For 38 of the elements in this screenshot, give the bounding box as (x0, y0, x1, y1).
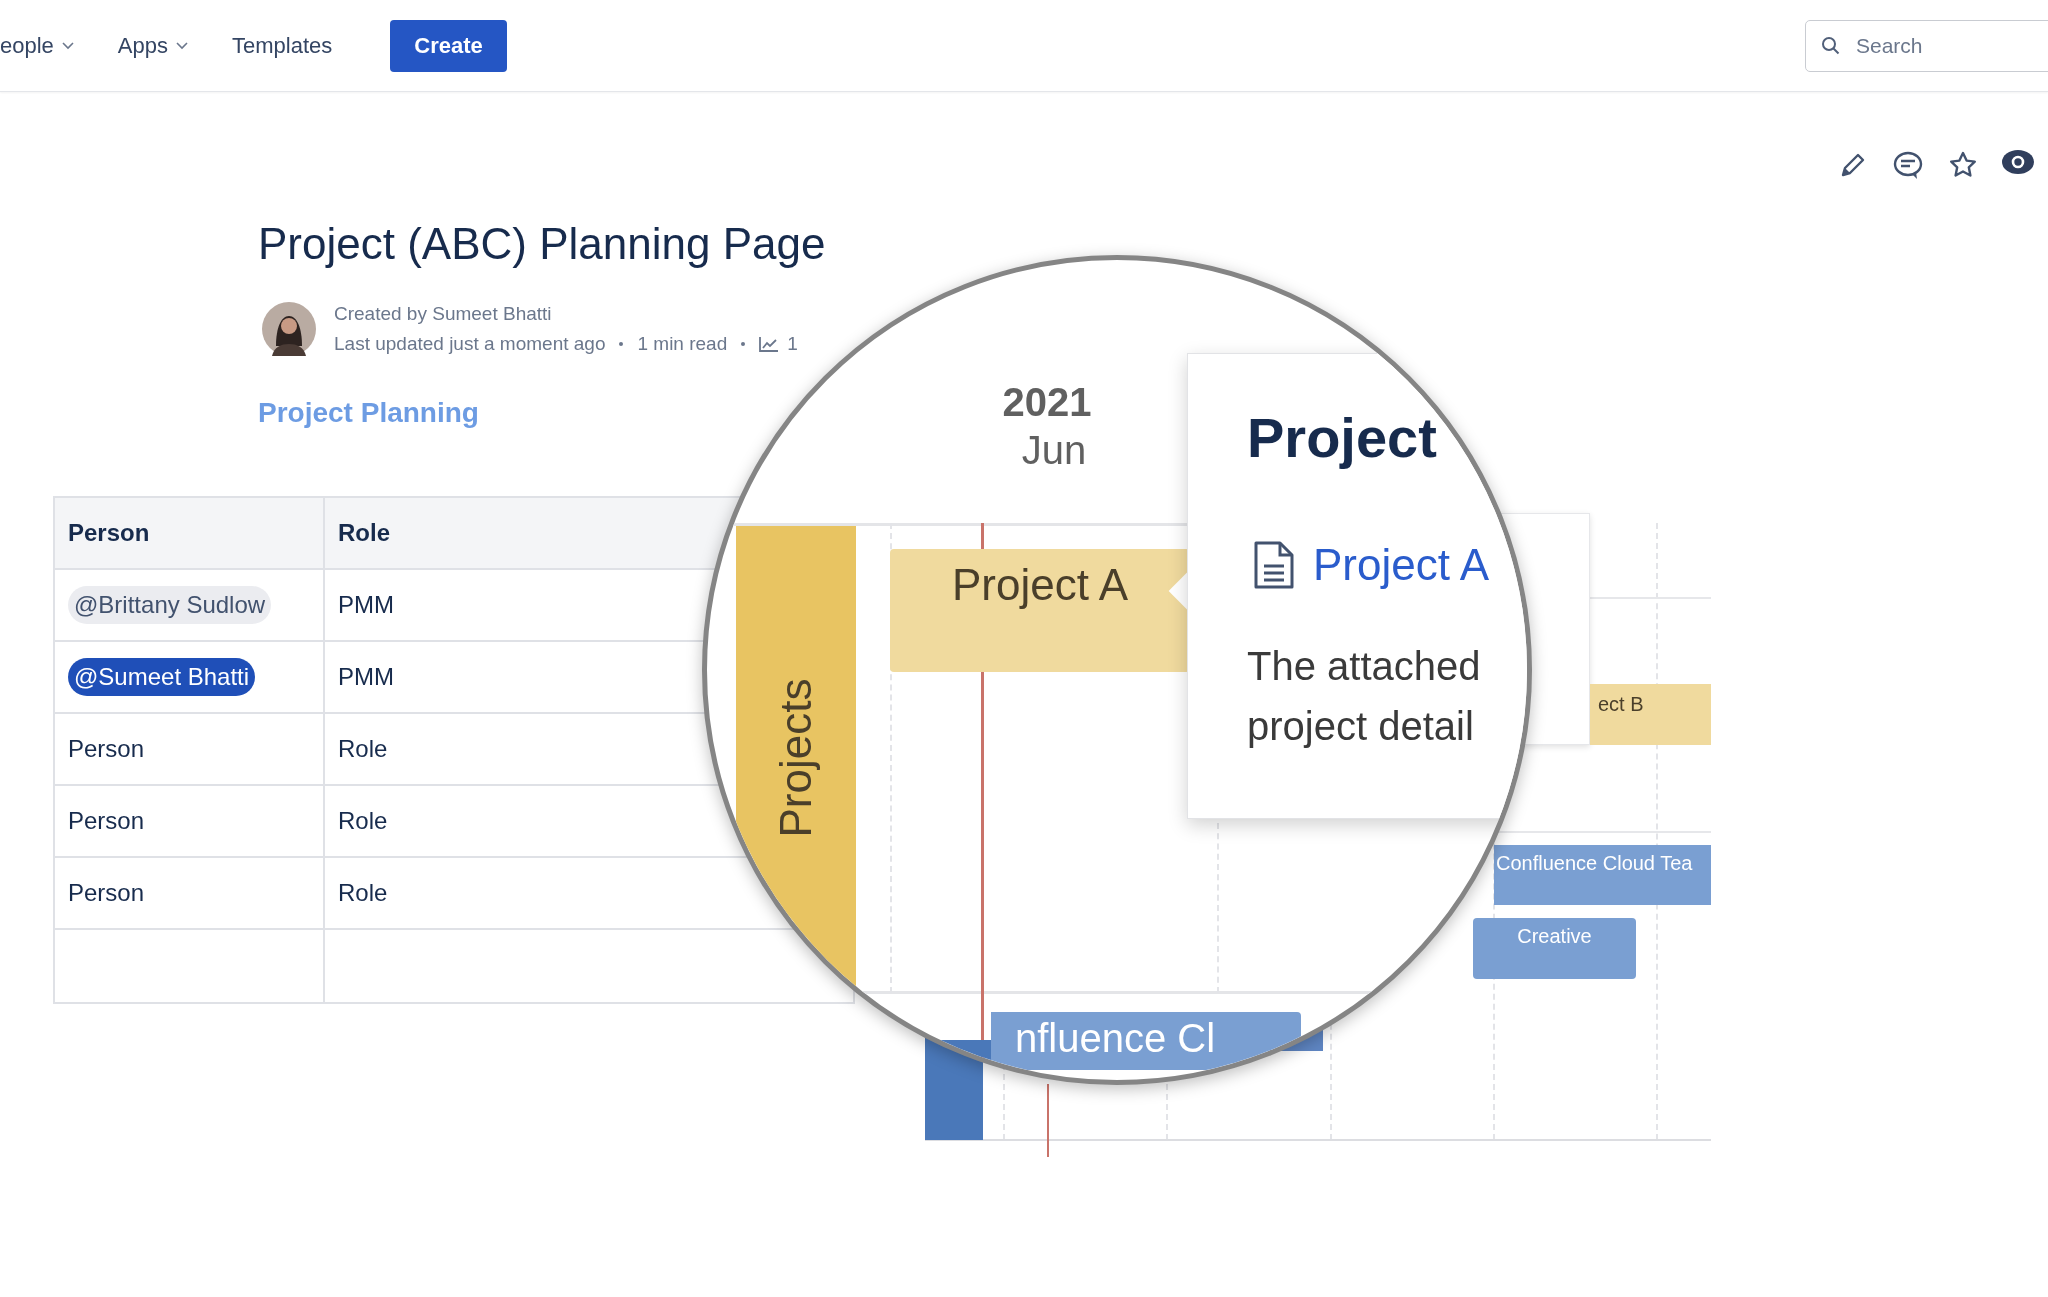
table-cell-text: Role (338, 734, 388, 764)
mention-chip[interactable]: @Brittany Sudlow (68, 586, 272, 624)
search-icon (1821, 35, 1841, 56)
nav-menu-item[interactable]: Apps (117, 29, 188, 62)
table-cell-text: PMM (338, 590, 394, 620)
month-label: Jun (1021, 427, 1087, 474)
table-cell-text: Role (338, 878, 388, 908)
avatar (262, 302, 316, 356)
table-cell-text: Person (68, 806, 145, 836)
popup-title: Project (1247, 406, 1438, 470)
create-button[interactable]: Create (390, 19, 507, 72)
lane-label: Projects (770, 678, 821, 838)
page-title: Project (ABC) Planning Page (258, 222, 827, 266)
table-cell-text: Person (68, 878, 145, 908)
chevron-down-icon (176, 41, 188, 50)
meta-text: 1 min read (637, 332, 728, 356)
byline: Created by Sumeet Bhatti (334, 302, 553, 326)
nav-menu-item[interactable]: eople (0, 29, 74, 62)
popup-description: The attached project detail (1247, 643, 1482, 750)
nav-menu-item[interactable]: Templates (232, 29, 333, 62)
mention-chip[interactable]: @Sumeet Bhatti (68, 658, 256, 696)
chevron-down-icon (61, 41, 74, 50)
timeline-bar[interactable]: Project A (890, 549, 1190, 672)
star-icon[interactable] (1948, 150, 1978, 180)
table-cell-text: Person (68, 734, 145, 764)
table-cell-text: PMM (338, 662, 394, 692)
comment-icon[interactable] (1892, 150, 1924, 180)
eye-icon[interactable] (2002, 150, 2034, 174)
column-header: Person (55, 498, 325, 570)
year-label: 2021 (1002, 379, 1092, 426)
document-icon (1253, 540, 1295, 590)
chart-icon[interactable] (759, 336, 780, 352)
timeline-bar[interactable]: ect B (1590, 684, 1711, 745)
search-field[interactable]: Search (1805, 19, 2048, 72)
table-cell-text: Role (338, 806, 388, 836)
project-link[interactable]: Project A (1313, 532, 1490, 598)
view-count: 1 (787, 332, 798, 356)
meta-text: Last updated just a moment ago (334, 332, 606, 356)
